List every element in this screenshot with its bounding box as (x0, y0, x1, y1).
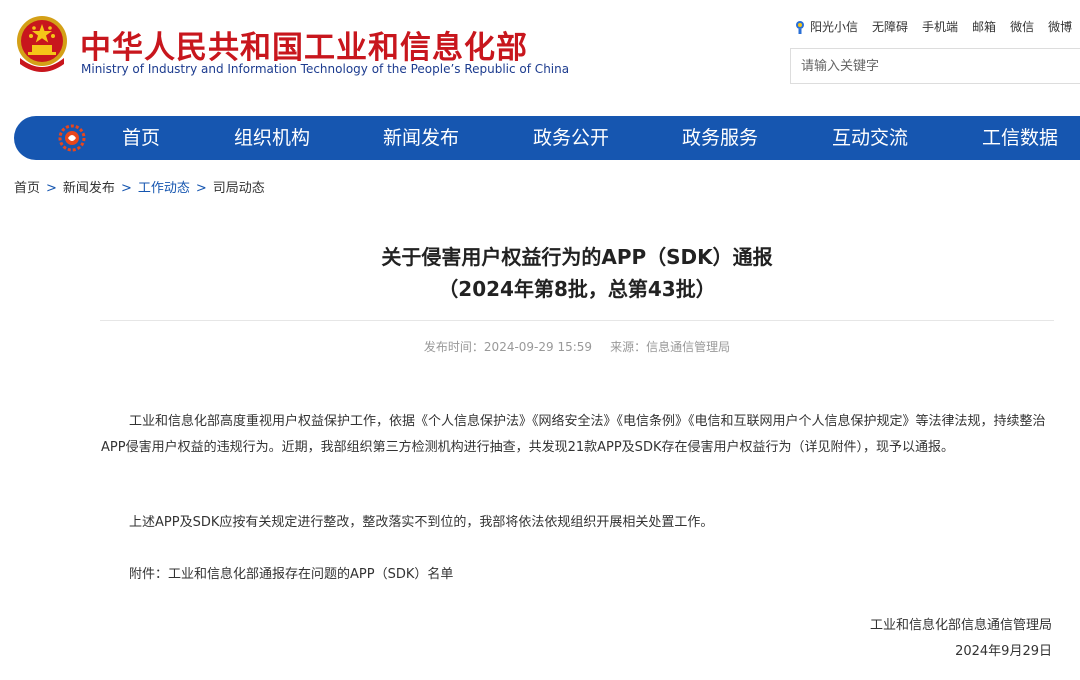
top-link-sunshine[interactable]: 阳光小信 (794, 18, 858, 35)
breadcrumb-work-updates[interactable]: 工作动态 (138, 181, 190, 196)
top-link-wechat[interactable]: 微信 (1010, 18, 1034, 35)
article-title-line1: 关于侵害用户权益行为的APP（SDK）通报 (381, 245, 773, 269)
nav-item-data[interactable]: 工信数据 (982, 116, 1058, 160)
site-subtitle: Ministry of Industry and Information Tec… (81, 62, 570, 76)
search-input[interactable] (791, 49, 1080, 83)
nav-item-news[interactable]: 新闻发布 (383, 116, 459, 160)
top-links: 阳光小信 无障碍 手机端 邮箱 微信 微博 (794, 16, 1072, 36)
nav-item-organization[interactable]: 组织机构 (234, 116, 310, 160)
breadcrumb-department-updates[interactable]: 司局动态 (213, 181, 265, 196)
breadcrumb-home[interactable]: 首页 (14, 181, 40, 196)
article-meta: 发布时间：2024-09-29 15:59 来源：信息通信管理局 (100, 338, 1054, 355)
publish-time: 2024-09-29 15:59 (483, 340, 593, 354)
article-title-line2: （2024年第8批，总第43批） (438, 277, 716, 301)
attachment-link[interactable]: 附件：工业和信息化部通报存在问题的APP（SDK）名单 (101, 562, 1053, 588)
top-link-mailbox[interactable]: 邮箱 (972, 18, 996, 35)
nav-item-government-services[interactable]: 政务服务 (682, 116, 758, 160)
nav-item-interaction[interactable]: 互动交流 (832, 116, 908, 160)
top-link-label: 阳光小信 (810, 19, 859, 34)
site-header: 中华人民共和国工业和信息化部 Ministry of Industry and … (0, 0, 1080, 110)
national-emblem-icon[interactable] (14, 14, 70, 76)
article-date: 2024年9月29日 (955, 644, 1052, 659)
top-link-accessibility[interactable]: 无障碍 (872, 18, 908, 35)
source: 信息通信管理局 (646, 340, 731, 354)
top-link-weibo[interactable]: 微博 (1048, 18, 1072, 35)
article-paragraph-2: 上述APP及SDK应按有关规定进行整改，整改落实不到位的，我部将依法依规组织开展… (129, 515, 714, 530)
mascot-icon (796, 21, 804, 34)
nav-item-government-affairs[interactable]: 政务公开 (533, 116, 609, 160)
site-title[interactable]: 中华人民共和国工业和信息化部 (80, 22, 528, 67)
breadcrumb-separator: > (46, 181, 57, 196)
source-label: 来源： (610, 340, 647, 354)
title-divider (100, 320, 1054, 321)
breadcrumb-news[interactable]: 新闻发布 (63, 181, 115, 196)
breadcrumb-separator: > (195, 181, 207, 196)
main-nav: 首页 组织机构 新闻发布 政务公开 政务服务 互动交流 工信数据 (14, 116, 1080, 160)
breadcrumb-separator: > (120, 181, 132, 196)
article-signature: 工业和信息化部信息通信管理局 (869, 618, 1052, 633)
search-box (790, 48, 1080, 84)
ministry-logo-icon[interactable] (58, 124, 86, 152)
article-paragraph-1: 工业和信息化部高度重视用户权益保护工作，依据《个人信息保护法》《网络安全法》《电… (101, 414, 1046, 455)
nav-item-home[interactable]: 首页 (122, 116, 160, 160)
publish-label: 发布时间： (423, 340, 484, 354)
top-link-mobile[interactable]: 手机端 (922, 18, 958, 35)
breadcrumb: 首页 > 新闻发布 > 工作动态 > 司局动态 (14, 177, 265, 196)
